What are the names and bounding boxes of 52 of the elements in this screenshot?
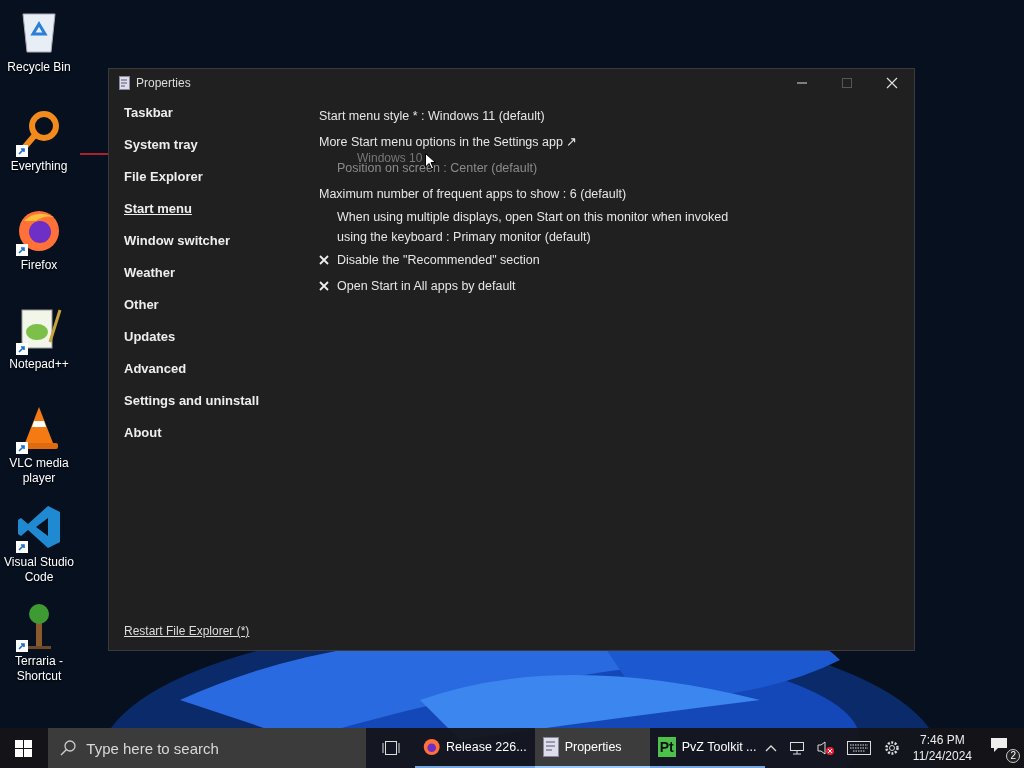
- document-icon: [119, 76, 130, 90]
- cross-icon[interactable]: [319, 255, 329, 265]
- restart-explorer-link[interactable]: Restart File Explorer (*): [124, 624, 250, 638]
- sidebar-tab[interactable]: Start menu: [124, 201, 192, 233]
- sidebar-tab[interactable]: Taskbar: [124, 105, 173, 137]
- taskbar-app[interactable]: Properties: [534, 728, 650, 768]
- maximize-icon: [840, 77, 853, 89]
- desktop-icon-label[interactable]: Firefox: [1, 258, 77, 273]
- code-editor-icon[interactable]: [16, 504, 62, 550]
- chevron-up-icon[interactable]: [764, 744, 777, 752]
- taskbar-app[interactable]: Pt PvZ Toolkit ...: [649, 728, 765, 768]
- network-icon[interactable]: [788, 741, 805, 755]
- search-icon: [60, 740, 77, 756]
- sidebar-tab[interactable]: Weather: [124, 265, 176, 297]
- task-view-icon: [381, 740, 402, 756]
- drag-ghost-text: Windows 10: [357, 154, 423, 163]
- notification-count: 2: [1006, 749, 1020, 763]
- desktop-icon-label[interactable]: Everything: [1, 159, 77, 174]
- clock-time[interactable]: 7:46 PM: [920, 732, 965, 748]
- document-icon: [542, 737, 559, 757]
- desktop-icon-label[interactable]: Recycle Bin: [1, 60, 77, 75]
- settings-icon[interactable]: [882, 739, 901, 757]
- dropdown-option[interactable]: Start menu style * : Windows 11 (default): [319, 106, 545, 126]
- sidebar-tab[interactable]: Updates: [124, 329, 176, 361]
- recycle-bin-icon[interactable]: [19, 10, 59, 54]
- taskbar-app[interactable]: Release 226...: [414, 728, 535, 768]
- desktop-icon-label[interactable]: Notepad++: [1, 357, 77, 372]
- sidebar-tab[interactable]: File Explorer: [124, 169, 203, 201]
- clock-date[interactable]: 11/24/2024: [912, 748, 972, 764]
- sidebar-tab[interactable]: Window switcher: [124, 233, 231, 265]
- sidebar-tab[interactable]: Other: [124, 297, 159, 329]
- search-field[interactable]: Type here to search: [48, 728, 367, 768]
- settings-link[interactable]: More Start menu options in the Settings app ↗: [319, 132, 578, 152]
- sidebar-tab[interactable]: System tray: [124, 137, 198, 169]
- desktop-icon-label[interactable]: Visual Studio Code: [1, 555, 77, 585]
- window-title: Properties: [136, 76, 191, 90]
- keyboard-icon[interactable]: [846, 741, 871, 755]
- checkbox-option[interactable]: Disable the "Recommended" section: [337, 250, 540, 270]
- desktop-icon-label[interactable]: VLC media player: [1, 456, 77, 486]
- cross-icon[interactable]: [319, 281, 329, 291]
- volume-icon[interactable]: [816, 740, 835, 756]
- desktop-icon-label[interactable]: Terraria - Shortcut: [1, 654, 77, 684]
- dropdown-option[interactable]: Maximum number of frequent apps to show : 6 (default): [319, 184, 627, 204]
- notification-icon[interactable]: [990, 737, 1008, 753]
- sidebar-tab[interactable]: Settings and uninstall: [124, 393, 260, 425]
- sidebar-tab[interactable]: Advanced: [124, 361, 187, 393]
- app-logo: Pt: [657, 737, 676, 757]
- windows-logo-icon: [14, 739, 32, 757]
- sidebar-tab[interactable]: About: [124, 425, 162, 457]
- checkbox-option[interactable]: Open Start in All apps by default: [337, 276, 516, 296]
- dropdown-option[interactable]: When using multiple displays, open Start on this monitor when invoked using the keyboard : Primary monitor (default): [337, 207, 759, 247]
- close-icon: [885, 77, 898, 89]
